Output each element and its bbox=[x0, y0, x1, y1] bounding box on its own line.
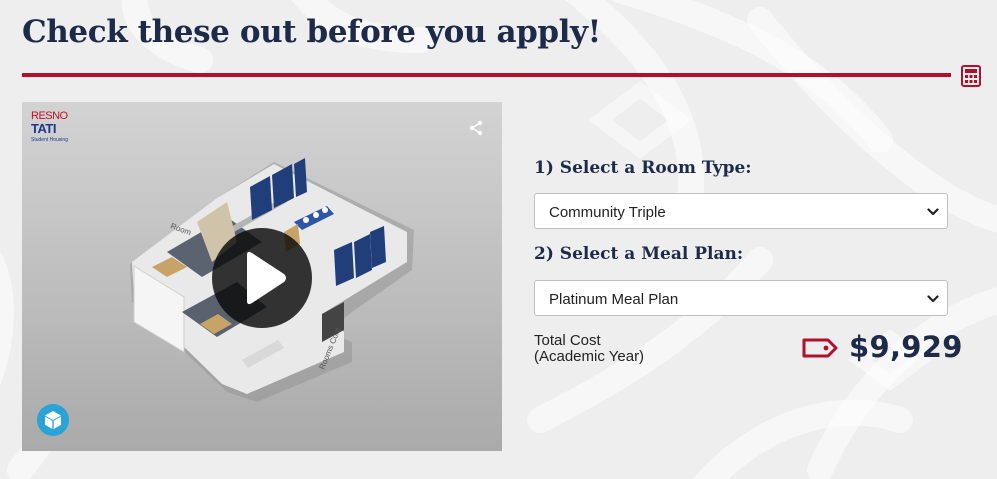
meal-plan-label: 2) Select a Meal Plan: bbox=[534, 244, 744, 264]
play-button[interactable] bbox=[212, 228, 312, 328]
calculator-icon[interactable] bbox=[961, 65, 981, 87]
room-type-label: 1) Select a Room Type: bbox=[534, 158, 752, 178]
room-type-value: Community Triple bbox=[549, 204, 666, 221]
total-cost-label-line2: (Academic Year) bbox=[534, 348, 645, 365]
chevron-down-icon bbox=[927, 208, 939, 216]
3d-floorplan-viewer[interactable]: Room Rooms Cont RESNO TATI Student Housi… bbox=[22, 102, 502, 451]
cube-icon[interactable] bbox=[37, 404, 69, 436]
logo-line2: TATI bbox=[31, 121, 56, 136]
meal-plan-select[interactable]: Platinum Meal Plan bbox=[534, 280, 948, 316]
logo-line3: Student Housing bbox=[31, 137, 68, 143]
total-cost-label-line1: Total Cost bbox=[534, 332, 601, 349]
chevron-down-icon bbox=[927, 295, 939, 303]
meal-plan-value: Platinum Meal Plan bbox=[549, 291, 679, 308]
total-price: $9,929 bbox=[849, 330, 963, 364]
play-icon bbox=[247, 251, 286, 305]
total-cost-label: Total Cost (Academic Year) bbox=[534, 333, 644, 365]
title-divider bbox=[22, 73, 951, 77]
page-title: Check these out before you apply! bbox=[22, 14, 601, 50]
university-logo: RESNO TATI Student Housing bbox=[31, 111, 69, 147]
price-tag-icon bbox=[802, 338, 838, 358]
room-type-select[interactable]: Community Triple bbox=[534, 193, 948, 229]
share-icon[interactable] bbox=[468, 120, 484, 136]
